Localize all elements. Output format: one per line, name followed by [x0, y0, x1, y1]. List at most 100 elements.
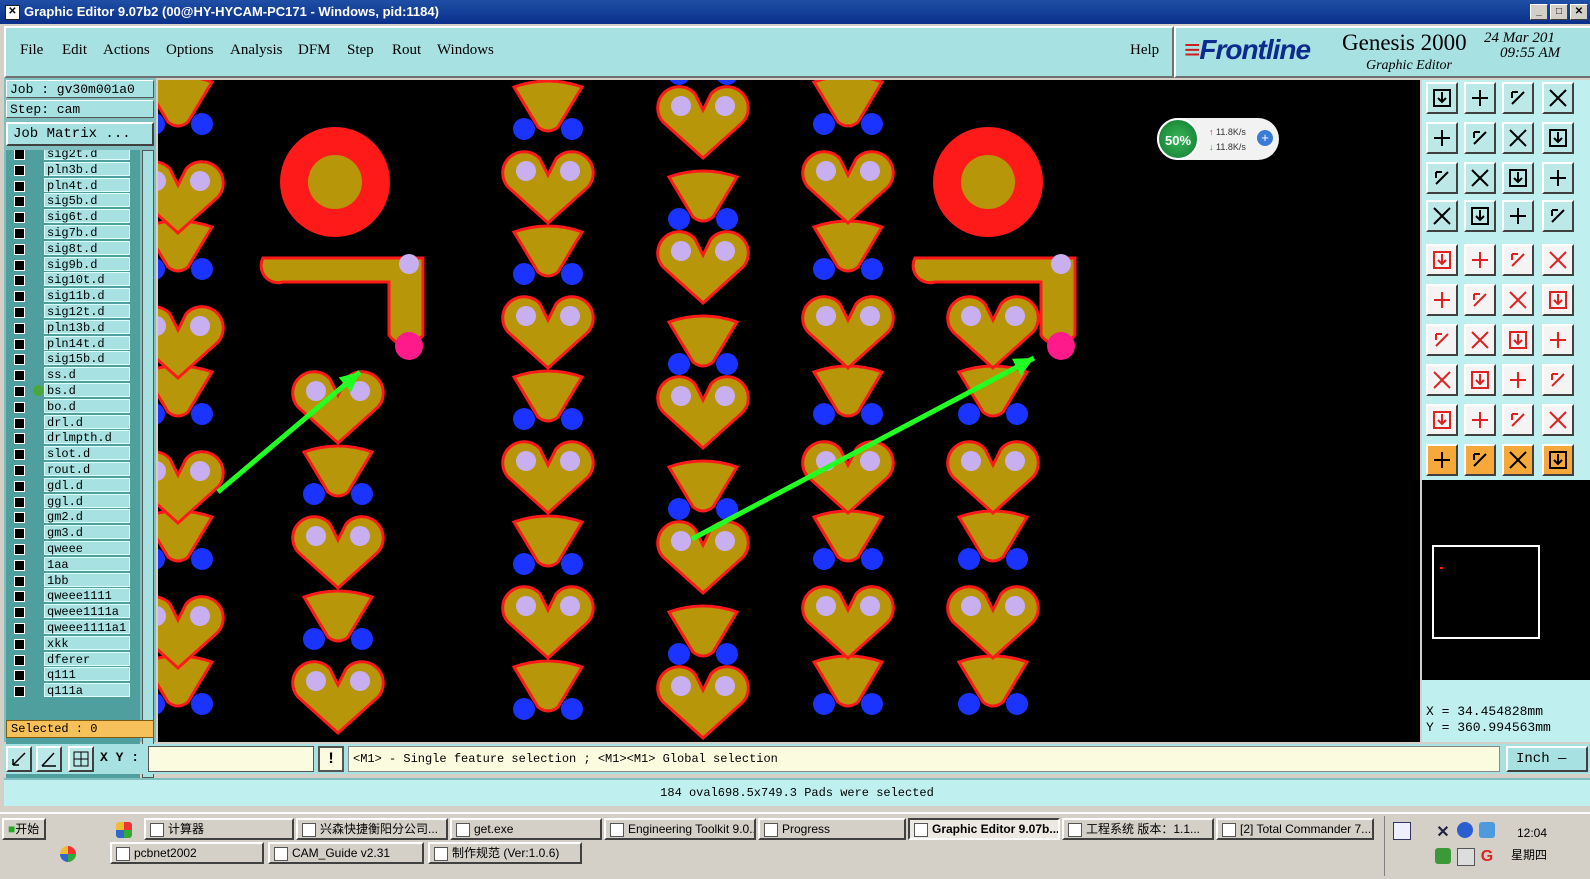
pad-pair[interactable] — [501, 440, 595, 516]
selected-pad[interactable] — [516, 596, 536, 616]
taskbar-button[interactable]: pcbnet2002 — [110, 842, 264, 864]
via-pad[interactable] — [961, 155, 1015, 209]
layer-row[interactable]: bs.d☚ — [6, 383, 140, 399]
blue-pad[interactable] — [513, 698, 535, 720]
layer-row[interactable]: sig5b.d — [6, 193, 140, 209]
tray-g-icon[interactable]: G — [1479, 848, 1495, 865]
layer-row[interactable]: sig10t.d — [6, 272, 140, 288]
selected-pad[interactable] — [306, 671, 326, 691]
tray-network-icon[interactable] — [1479, 822, 1495, 838]
tray-x-icon[interactable]: ✕ — [1435, 822, 1451, 841]
layer-row[interactable]: pln4t.d — [6, 177, 140, 194]
selected-pad[interactable] — [961, 451, 981, 471]
blue-pad[interactable] — [303, 483, 325, 505]
pad-pair[interactable] — [946, 585, 1040, 661]
blue-pad[interactable] — [668, 208, 690, 230]
blue-pad[interactable] — [716, 208, 738, 230]
layer-row[interactable]: sig6t.d — [6, 209, 140, 225]
layer-name[interactable]: qweee1111a1 — [44, 620, 130, 635]
pan-left-icon[interactable] — [1426, 122, 1458, 154]
pad-pair[interactable] — [501, 150, 595, 226]
scale-icon[interactable] — [1542, 122, 1574, 154]
layer-row[interactable]: xkk — [6, 635, 140, 652]
layer-checkbox[interactable] — [14, 401, 25, 413]
pad-pair[interactable] — [946, 440, 1040, 516]
layer-checkbox[interactable] — [14, 528, 25, 540]
blue-pad[interactable] — [716, 643, 738, 665]
layer-name[interactable]: sig15b.d — [44, 351, 130, 366]
blue-pad[interactable] — [861, 548, 883, 570]
layer-checkbox[interactable] — [14, 686, 25, 698]
blue-pad[interactable] — [813, 693, 835, 715]
layer-row[interactable]: slot.d — [6, 446, 140, 462]
layer-name[interactable]: sig6t.d — [44, 209, 130, 224]
blue-pad[interactable] — [668, 353, 690, 375]
layer-row[interactable]: sig9b.d — [6, 256, 140, 273]
layer-name[interactable]: bs.d☚ — [44, 383, 130, 398]
blue-pad[interactable] — [958, 548, 980, 570]
selected-pad[interactable] — [560, 451, 580, 471]
pad-pair[interactable] — [291, 660, 385, 736]
layer-checkbox[interactable] — [14, 386, 25, 397]
layer-row[interactable]: bo.d☚ — [6, 398, 140, 415]
layer-row[interactable]: q111a — [6, 683, 140, 699]
taskbar-button[interactable]: Graphic Editor 9.07b... — [908, 818, 1060, 840]
snap-icon[interactable] — [6, 746, 32, 772]
copy-icon[interactable] — [1542, 284, 1574, 316]
layer-name[interactable]: ss.d☚ — [44, 367, 130, 382]
blue-pad[interactable] — [716, 353, 738, 375]
layer-checkbox[interactable] — [14, 623, 25, 634]
layer-checkbox[interactable] — [14, 370, 25, 382]
blue-pad[interactable] — [513, 118, 535, 140]
taskbar-clock[interactable]: 12:04 — [1517, 826, 1547, 840]
selected-pad[interactable] — [860, 306, 880, 326]
selected-pad[interactable] — [1005, 451, 1025, 471]
layer-checkbox[interactable] — [14, 354, 25, 366]
line-add-icon[interactable] — [1464, 244, 1496, 276]
selected-pad[interactable] — [516, 451, 536, 471]
blue-pad[interactable] — [861, 113, 883, 135]
selected-pad[interactable] — [306, 381, 326, 401]
menu-file[interactable]: File — [20, 42, 43, 59]
layer-row[interactable]: ss.d☚ — [6, 367, 140, 383]
selected-pad[interactable] — [860, 596, 880, 616]
menu-help[interactable]: Help — [1130, 42, 1159, 59]
layer-name[interactable]: sig10t.d — [44, 272, 130, 287]
layer-row[interactable]: qweee1111a1 — [6, 620, 140, 636]
selected-pad[interactable] — [560, 596, 580, 616]
layer-checkbox[interactable] — [14, 559, 25, 571]
zoom-home-icon[interactable] — [1426, 82, 1458, 114]
blue-pad[interactable] — [668, 498, 690, 520]
job-matrix-button[interactable]: Job Matrix ... — [6, 122, 154, 146]
layer-row[interactable]: pln3b.d — [6, 161, 140, 178]
layer-row[interactable]: gm3.d — [6, 525, 140, 541]
blue-pad[interactable] — [1006, 403, 1028, 425]
layer-row[interactable]: sig8t.d — [6, 240, 140, 257]
layer-name[interactable]: slot.d — [44, 446, 130, 461]
arc-icon[interactable] — [1502, 404, 1534, 436]
menu-actions[interactable]: Actions — [103, 42, 150, 59]
layer-name[interactable]: gdl.d☚ — [44, 477, 130, 493]
tray-display-icon[interactable] — [1393, 822, 1411, 840]
pad-pair[interactable] — [946, 295, 1040, 371]
ruler-icon[interactable] — [1502, 244, 1534, 276]
center-icon[interactable] — [1464, 162, 1496, 194]
blue-pad[interactable] — [351, 628, 373, 650]
menu-edit[interactable]: Edit — [62, 42, 87, 59]
blue-pad[interactable] — [513, 553, 535, 575]
blue-pad[interactable] — [561, 408, 583, 430]
pad-pair[interactable] — [158, 160, 225, 236]
selected-pad[interactable] — [190, 461, 210, 481]
text-icon[interactable] — [1542, 324, 1574, 356]
layer-row[interactable]: rout.d — [6, 462, 140, 478]
menu-step[interactable]: Step — [347, 42, 374, 59]
layer-row[interactable]: dferer — [6, 651, 140, 668]
selected-pad[interactable] — [190, 606, 210, 626]
selected-pad[interactable] — [190, 171, 210, 191]
selected-pad[interactable] — [560, 161, 580, 181]
layer-checkbox[interactable] — [14, 512, 25, 524]
layer-checkbox[interactable] — [14, 259, 25, 271]
layer-row[interactable]: pln13b.d — [6, 319, 140, 336]
graphic-canvas[interactable] — [158, 80, 1420, 742]
layer-checkbox[interactable] — [14, 417, 25, 429]
